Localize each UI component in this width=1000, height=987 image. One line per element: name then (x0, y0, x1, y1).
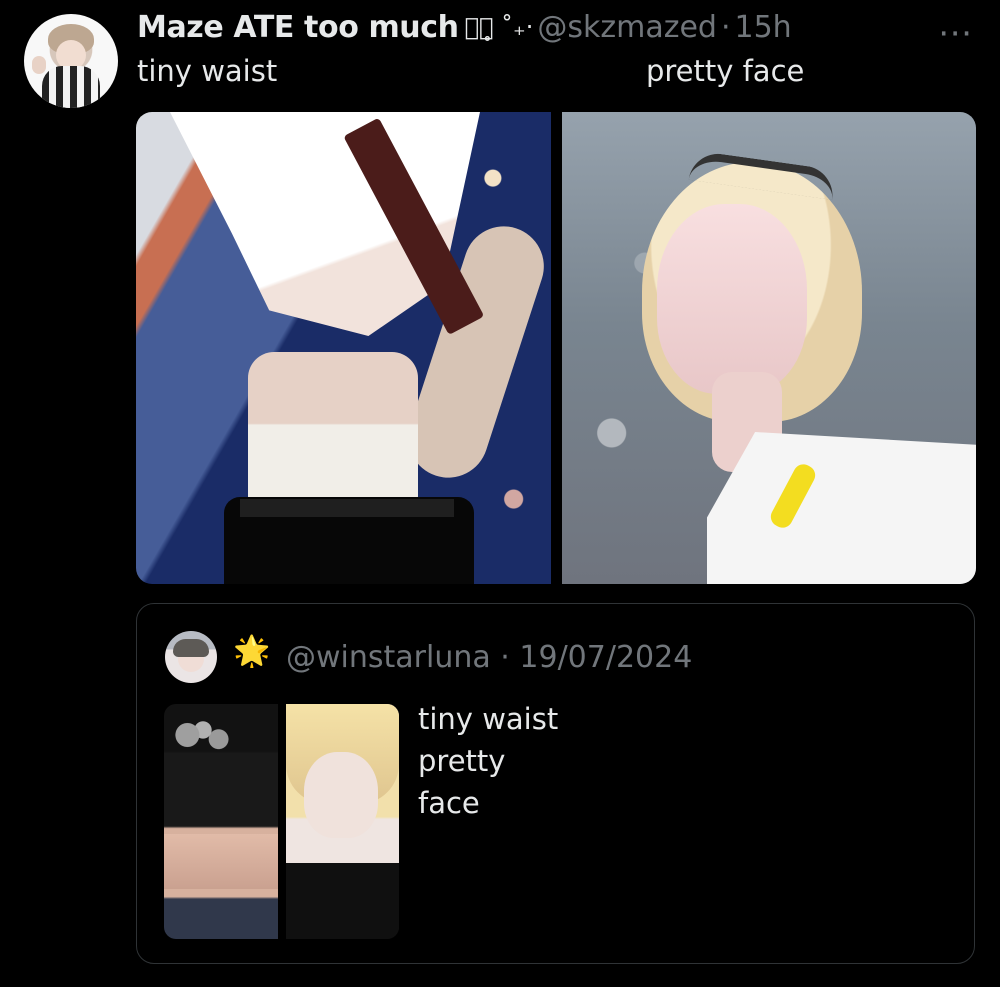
quoted-photo-belly (164, 834, 278, 889)
avatar-hand (32, 56, 46, 74)
photo-right-shirt (706, 432, 976, 584)
quoted-user-avatar[interactable] (165, 631, 217, 683)
quoted-photo-right[interactable] (285, 704, 399, 939)
display-name[interactable]: Maze ATE too much (137, 10, 459, 45)
tweet-card: Maze ATE too much ᨳ᪶̥ ˚₊· @skzmazed · 15… (0, 0, 1000, 987)
quoted-media[interactable] (164, 704, 399, 939)
avatar-shirt (42, 66, 100, 108)
quoted-photo-face (303, 752, 378, 838)
quoted-photo-dragon-print (164, 714, 242, 756)
photo-left-belt (240, 499, 454, 517)
quoted-user-handle[interactable]: @winstarluna (286, 640, 491, 675)
quoted-tweet-text: tiny waist pretty face (418, 702, 559, 820)
user-handle[interactable]: @skzmazed (537, 10, 717, 45)
star-icon: 🌟 (233, 634, 271, 669)
user-avatar[interactable] (24, 14, 118, 108)
tweet-header: Maze ATE too much ᨳ᪶̥ ˚₊· @skzmazed · 15… (137, 5, 792, 49)
display-name-decoration: ᨳ᪶̥ ˚₊· (464, 13, 534, 41)
photo-right-face (656, 204, 807, 394)
timestamp[interactable]: 15h (735, 10, 792, 45)
tweet-photo-right[interactable] (561, 112, 976, 584)
more-icon[interactable]: ⋯ (938, 16, 972, 50)
quoted-separator-dot: · (500, 640, 510, 675)
tweet-text: tiny waist pretty face (137, 54, 805, 88)
quoted-tweet[interactable]: 🌟 @winstarluna · 19/07/2024 tiny waist p… (136, 603, 975, 964)
separator-dot: · (720, 9, 731, 45)
quoted-date[interactable]: 19/07/2024 (519, 640, 692, 675)
quoted-photo-left[interactable] (164, 704, 278, 939)
quoted-tweet-meta: @winstarluna · 19/07/2024 (286, 640, 692, 675)
tweet-media[interactable] (136, 112, 976, 584)
tweet-photo-left[interactable] (136, 112, 551, 584)
quoted-photo-shirt (285, 863, 399, 939)
